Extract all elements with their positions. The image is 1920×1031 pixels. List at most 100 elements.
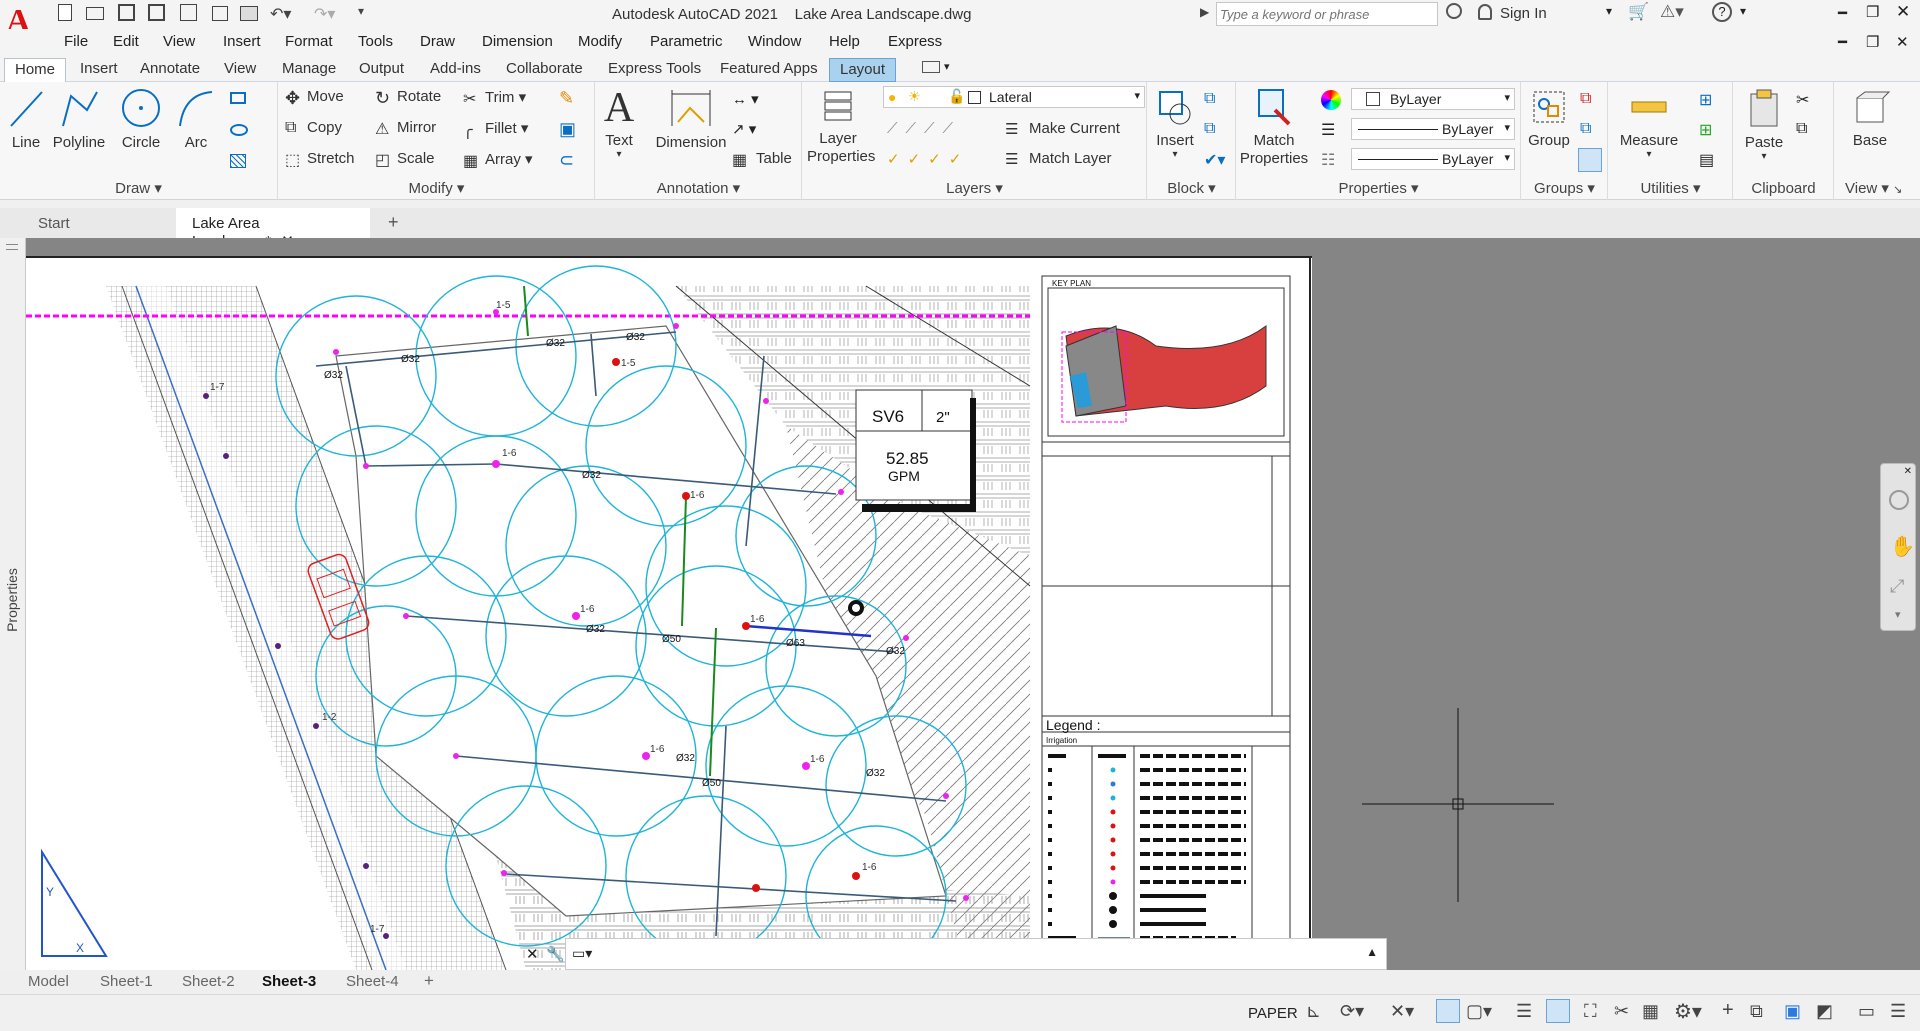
offset-icon[interactable]: ⊂ xyxy=(559,150,574,171)
dimension-button[interactable]: Dimension xyxy=(652,86,730,151)
restore-icon[interactable]: ❐ xyxy=(1866,3,1879,21)
polar-icon[interactable] xyxy=(1436,999,1460,1023)
menu-draw[interactable]: Draw xyxy=(420,33,455,50)
nav-dropdown-icon[interactable]: ▾ xyxy=(1895,608,1901,621)
edit-block-icon[interactable]: ⧉ xyxy=(1204,120,1215,138)
steering-wheel-icon[interactable] xyxy=(1889,490,1909,510)
tab-add-ins[interactable]: Add-ins xyxy=(420,58,491,82)
doc-close-icon[interactable]: ✕ xyxy=(1896,33,1909,51)
group-button[interactable]: Group xyxy=(1526,86,1572,149)
trim-button[interactable]: ✂ Trim ▾ xyxy=(463,88,526,108)
properties-palette-strip[interactable]: Properties xyxy=(0,238,26,970)
tab-featured-apps[interactable]: Featured Apps xyxy=(710,58,828,82)
tab-annotate[interactable]: Annotate xyxy=(130,58,210,82)
erase-icon[interactable]: ✎ xyxy=(559,88,574,109)
tab-view[interactable]: View xyxy=(214,58,266,82)
color-dropdown[interactable]: ByLayer ▾ xyxy=(1351,88,1515,110)
explode-icon[interactable]: ▣ xyxy=(559,119,576,140)
stretch-button[interactable]: ⬚ Stretch xyxy=(285,150,355,169)
help-icon[interactable]: ? xyxy=(1712,2,1732,22)
document-tab[interactable]: Lake Area Landscape*✕ xyxy=(176,208,370,250)
copy-button[interactable]: ⧉ Copy xyxy=(285,119,342,137)
isolate-objects-icon[interactable]: ▣ xyxy=(1784,1001,1801,1022)
menu-express[interactable]: Express xyxy=(888,33,942,50)
close-icon[interactable]: ✕ xyxy=(1896,2,1910,22)
hardware-accel-icon[interactable]: ◩ xyxy=(1816,1001,1833,1022)
plot-icon[interactable] xyxy=(240,6,258,21)
menu-help[interactable]: Help xyxy=(829,33,860,50)
autodesk-app-icon[interactable]: ⚠▾ xyxy=(1660,2,1684,22)
line-button[interactable]: Line xyxy=(6,86,46,151)
quick-select-icon[interactable]: ⊞ xyxy=(1699,120,1712,140)
help-dropdown-icon[interactable]: ▾ xyxy=(1740,4,1746,18)
qat-dropdown-icon[interactable]: ▾ xyxy=(358,4,364,18)
command-history-icon[interactable]: ▲ xyxy=(1366,945,1378,959)
open-icon[interactable] xyxy=(86,7,104,20)
workspace-gear-icon[interactable]: ⚙▾ xyxy=(1674,999,1702,1024)
fillet-button[interactable]: ╭ Fillet ▾ xyxy=(463,119,528,139)
clipboard-panel-title[interactable]: Clipboard xyxy=(1734,180,1833,197)
array-button[interactable]: ▦ Array ▾ xyxy=(463,150,533,170)
lineweight-icon[interactable]: ☰ xyxy=(1321,120,1335,140)
hatch-icon[interactable] xyxy=(230,154,246,168)
group-edit-icon[interactable]: ⧉ xyxy=(1580,120,1591,138)
color-wheel-icon[interactable] xyxy=(1321,90,1341,110)
sign-in-link[interactable]: Sign In xyxy=(1500,5,1547,22)
command-line[interactable]: ✕ 🔧 ▭▾ ▲ xyxy=(526,938,1387,970)
make-current-button[interactable]: ☰ Make Current xyxy=(1005,120,1120,138)
layer-properties-button[interactable]: Layer Properties xyxy=(807,86,875,166)
calculator-icon[interactable]: ▤ xyxy=(1699,150,1714,170)
tab-sheet-3[interactable]: Sheet-3 xyxy=(262,973,316,990)
menu-view[interactable]: View xyxy=(163,33,195,50)
doc-restore-icon[interactable]: ❐ xyxy=(1866,33,1879,51)
undo-icon[interactable]: ↶▾ xyxy=(270,4,291,24)
ellipse-icon[interactable] xyxy=(230,124,248,136)
table-button[interactable]: ▦ Table xyxy=(732,150,792,169)
rectangle-icon[interactable] xyxy=(230,92,246,104)
leader-icon[interactable]: ↗ ▾ xyxy=(732,120,756,138)
menu-file[interactable]: File xyxy=(64,33,88,50)
search-input[interactable] xyxy=(1216,2,1438,26)
tab-model[interactable]: Model xyxy=(28,973,69,990)
draw-panel-title[interactable]: Draw ▾ xyxy=(0,179,277,197)
doc-minimize-icon[interactable]: ━ xyxy=(1838,33,1847,51)
create-block-icon[interactable]: ⧉ xyxy=(1204,90,1215,108)
tab-express-tools[interactable]: Express Tools xyxy=(598,58,711,82)
start-tab[interactable]: Start xyxy=(0,208,176,238)
layer-dropdown[interactable]: ● ☀ 🔓 Lateral ▾ xyxy=(883,86,1145,108)
command-prompt-icon[interactable]: ▭▾ xyxy=(572,945,592,962)
nav-close-icon[interactable]: ✕ xyxy=(1904,466,1912,477)
tab-output[interactable]: Output xyxy=(349,58,414,82)
customization-icon[interactable]: ☰ xyxy=(1890,1001,1906,1022)
publish-icon[interactable] xyxy=(212,6,228,21)
linetype-dropdown[interactable]: ByLayer ▾ xyxy=(1351,148,1515,170)
save-web-icon[interactable] xyxy=(180,4,197,21)
group-select-icon[interactable] xyxy=(1578,148,1602,172)
lineweight-dropdown[interactable]: ByLayer ▾ xyxy=(1351,118,1515,140)
linear-dim-icon[interactable]: ↔ ▾ xyxy=(732,90,759,108)
menu-dimension[interactable]: Dimension xyxy=(482,33,553,50)
ungroup-icon[interactable]: ⧉ xyxy=(1580,90,1591,108)
add-layout-icon[interactable]: + xyxy=(424,971,434,991)
save-as-icon[interactable] xyxy=(148,4,165,21)
cut-icon[interactable]: ✂ xyxy=(1796,90,1809,110)
menu-format[interactable]: Format xyxy=(285,33,333,50)
tab-home[interactable]: Home xyxy=(4,58,67,82)
menu-window[interactable]: Window xyxy=(748,33,801,50)
tab-insert[interactable]: Insert xyxy=(70,58,128,82)
menu-tools[interactable]: Tools xyxy=(358,33,393,50)
rotate-button[interactable]: ↻ Rotate xyxy=(375,88,441,108)
pan-icon[interactable]: ✋ xyxy=(1890,534,1915,559)
osnap-icon[interactable]: ▢▾ xyxy=(1466,1001,1492,1022)
zoom-extents-icon[interactable]: ⤢ xyxy=(1890,576,1904,597)
redo-icon[interactable]: ↷▾ xyxy=(314,4,335,24)
annotation-visibility-icon[interactable]: ▦ xyxy=(1642,1001,1659,1022)
ortho-icon[interactable]: ✕▾ xyxy=(1390,1001,1414,1022)
tab-sheet-4[interactable]: Sheet-4 xyxy=(346,973,399,990)
tab-sheet-2[interactable]: Sheet-2 xyxy=(182,973,235,990)
minimize-icon[interactable]: ━ xyxy=(1838,4,1847,22)
annotation-monitor-icon[interactable]: + xyxy=(1722,999,1734,1022)
measure-button[interactable]: Measure ▾ xyxy=(1615,86,1683,160)
menu-modify[interactable]: Modify xyxy=(578,33,622,50)
search-icon[interactable] xyxy=(1446,3,1462,19)
